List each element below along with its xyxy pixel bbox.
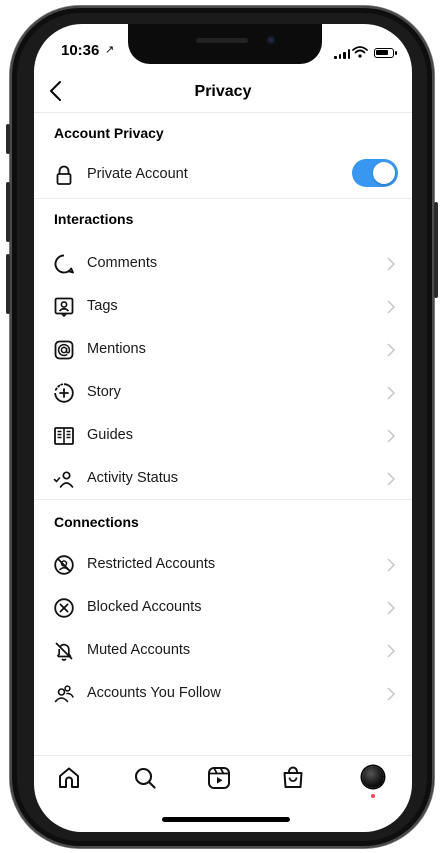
status-time: 10:36	[61, 42, 100, 59]
chevron-right-icon	[387, 429, 396, 443]
power-button	[434, 202, 438, 298]
comment-icon	[54, 254, 74, 274]
home-indicator	[162, 817, 290, 822]
cellular-signal-icon	[334, 49, 350, 59]
comments-label: Comments	[87, 255, 158, 271]
activity-status-row[interactable]: Activity Status	[34, 458, 412, 501]
guides-row[interactable]: Guides	[34, 415, 412, 458]
wifi-icon	[352, 46, 368, 58]
front-camera	[266, 35, 276, 45]
volume-up-button	[6, 182, 10, 242]
accounts-you-follow-row[interactable]: Accounts You Follow	[34, 673, 412, 716]
mentions-label: Mentions	[87, 341, 146, 357]
chevron-right-icon	[387, 644, 396, 658]
chevron-right-icon	[387, 687, 396, 701]
tags-label: Tags	[87, 298, 118, 314]
chevron-right-icon	[387, 601, 396, 615]
blocked-accounts-label: Blocked Accounts	[87, 599, 202, 615]
battery-icon	[374, 48, 397, 58]
muted-accounts-label: Muted Accounts	[87, 642, 191, 658]
chevron-right-icon	[387, 472, 396, 486]
divider	[34, 499, 412, 500]
section-title-interactions: Interactions	[54, 211, 134, 227]
guides-label: Guides	[87, 427, 133, 443]
guides-icon	[54, 427, 74, 445]
phone-screen: 10:36 ↗︎ Privacy Account Privacy Private…	[34, 24, 412, 832]
notification-dot	[371, 794, 375, 798]
mentions-row[interactable]: Mentions	[34, 329, 412, 372]
location-arrow-icon: ↗︎	[105, 44, 115, 56]
page-title: Privacy	[194, 83, 252, 100]
mention-icon	[54, 340, 74, 360]
shop-icon[interactable]	[279, 764, 307, 792]
section-title-account-privacy: Account Privacy	[54, 125, 164, 141]
divider	[34, 198, 412, 199]
bottom-tab-bar	[34, 755, 412, 802]
private-account-row: Private Account	[34, 154, 412, 197]
silent-switch	[6, 124, 10, 154]
toggle-knob	[373, 162, 395, 184]
restricted-accounts-label: Restricted Accounts	[87, 556, 216, 572]
activity-status-icon	[53, 471, 74, 488]
tag-icon	[54, 297, 74, 318]
blocked-accounts-row[interactable]: Blocked Accounts	[34, 587, 412, 630]
home-icon[interactable]	[55, 764, 83, 792]
header: Privacy	[34, 74, 412, 113]
chevron-right-icon	[387, 343, 396, 357]
chevron-right-icon	[387, 300, 396, 314]
activity-status-label: Activity Status	[87, 470, 179, 486]
muted-accounts-row[interactable]: Muted Accounts	[34, 630, 412, 673]
restricted-accounts-row[interactable]: Restricted Accounts	[34, 544, 412, 587]
section-title-connections: Connections	[54, 514, 139, 530]
tags-row[interactable]: Tags	[34, 286, 412, 329]
chevron-right-icon	[387, 558, 396, 572]
search-icon[interactable]	[131, 764, 159, 792]
muted-bell-icon	[55, 642, 73, 661]
accounts-you-follow-label: Accounts You Follow	[87, 685, 221, 701]
chevron-right-icon	[387, 257, 396, 271]
notch	[128, 24, 322, 64]
story-label: Story	[87, 384, 121, 400]
accounts-follow-icon	[54, 685, 74, 703]
blocked-icon	[54, 598, 74, 618]
story-add-icon	[54, 383, 74, 403]
story-row[interactable]: Story	[34, 372, 412, 415]
comments-row[interactable]: Comments	[34, 243, 412, 286]
speaker	[196, 38, 248, 43]
reels-icon[interactable]	[205, 764, 233, 792]
private-account-toggle[interactable]	[352, 159, 398, 187]
volume-down-button	[6, 254, 10, 314]
lock-icon	[56, 165, 72, 185]
private-account-label: Private Account	[87, 166, 188, 182]
chevron-right-icon	[387, 386, 396, 400]
restricted-icon	[54, 555, 74, 575]
profile-avatar[interactable]	[362, 766, 384, 788]
